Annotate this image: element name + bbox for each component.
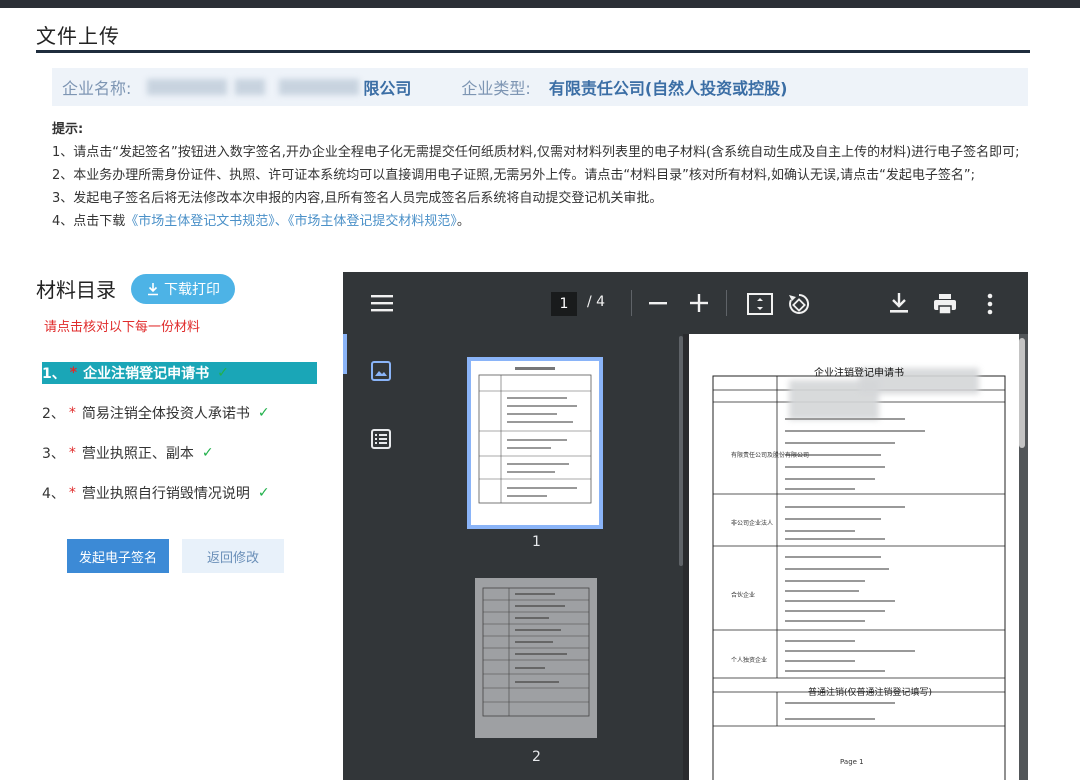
page-thumbnail-1[interactable] bbox=[467, 357, 603, 529]
pdf-viewer: 1 / 4 1 2 bbox=[343, 272, 1028, 784]
tip-line4-prefix: 4、点击下载 bbox=[52, 214, 126, 229]
redacted-company-name bbox=[147, 79, 228, 95]
back-to-edit-button[interactable]: 返回修改 bbox=[182, 539, 284, 573]
row-label: 个人独资企业 bbox=[731, 657, 768, 664]
tip-line: 3、发起电子签名后将无法修改本次申报的内容,且所有签名人员完成签名后系统将自动提… bbox=[52, 191, 663, 206]
section-title: 普通注销(仅普通注销登记填写) bbox=[808, 688, 933, 698]
company-name-label: 企业名称: bbox=[62, 79, 132, 98]
title-divider bbox=[36, 50, 1030, 53]
tips-section: 提示: 1、请点击“发起签名”按钮进入数字签名,开办企业全程电子化无需提交任何纸… bbox=[52, 118, 1022, 233]
thumbnail-label-1: 1 bbox=[532, 534, 541, 550]
row-label: 有限责任公司及股份有限公司 bbox=[731, 452, 810, 459]
material-label: 营业执照正、副本 bbox=[81, 446, 194, 462]
check-icon: ✓ bbox=[257, 485, 270, 501]
download-icon bbox=[148, 283, 158, 296]
tip-line: 1、请点击“发起签名”按钮进入数字签名,开办企业全程电子化无需提交任何纸质材料,… bbox=[52, 145, 1020, 160]
menu-icon[interactable] bbox=[371, 294, 395, 312]
document-scrollbar[interactable] bbox=[1019, 338, 1025, 448]
download-icon[interactable] bbox=[889, 292, 909, 314]
more-options-icon[interactable] bbox=[987, 293, 993, 315]
page-thumbnail-2[interactable] bbox=[475, 578, 597, 738]
material-number: 3、 bbox=[42, 446, 65, 462]
material-item-1[interactable]: 1、 * 企业注销登记申请书 ✓ bbox=[42, 362, 317, 384]
company-info-bar: 企业名称: 限公司 企业类型: 有限责任公司(自然人投资或控股) bbox=[52, 68, 1028, 106]
zoom-in-icon[interactable] bbox=[690, 294, 708, 312]
required-star: * bbox=[69, 365, 78, 381]
company-name-value: 限公司 bbox=[363, 79, 412, 98]
page-title: 文件上传 bbox=[36, 24, 120, 48]
materials-title: 材料目录 bbox=[36, 278, 116, 302]
toolbar-divider bbox=[631, 290, 632, 316]
thumbnail-scrollbar[interactable] bbox=[679, 336, 683, 566]
toolbar-divider bbox=[726, 290, 727, 316]
document-form-table bbox=[712, 368, 1006, 784]
tips-title: 提示: bbox=[52, 122, 84, 137]
redacted-company-name bbox=[279, 79, 360, 95]
material-label: 企业注销登记申请书 bbox=[83, 366, 210, 382]
document-page bbox=[689, 334, 1019, 784]
sidebar-active-indicator bbox=[343, 334, 347, 374]
material-label: 简易注销全体投资人承诺书 bbox=[81, 406, 250, 422]
material-spec-link[interactable]: 《市场主体登记提交材料规范》 bbox=[288, 214, 457, 229]
doc-spec-link[interactable]: 《市场主体登记文书规范》 bbox=[125, 214, 275, 229]
materials-hint: 请点击核对以下每一份材料 bbox=[44, 320, 201, 335]
tip-line: 4、点击下载《市场主体登记文书规范》、《市场主体登记提交材料规范》。 bbox=[52, 210, 1022, 233]
rotate-icon[interactable] bbox=[787, 292, 811, 316]
required-star: * bbox=[68, 445, 76, 461]
material-item-4[interactable]: 4、 * 营业执照自行销毁情况说明 ✓ bbox=[42, 482, 270, 504]
row-label: 合伙企业 bbox=[731, 592, 756, 599]
material-label: 营业执照自行销毁情况说明 bbox=[81, 486, 250, 502]
material-number: 2、 bbox=[42, 406, 65, 422]
document-page-footer: Page 1 bbox=[840, 758, 864, 766]
start-e-signature-button[interactable]: 发起电子签名 bbox=[67, 539, 169, 573]
download-print-label: 下载打印 bbox=[164, 282, 220, 298]
company-type-value: 有限责任公司(自然人投资或控股) bbox=[548, 79, 788, 98]
browser-top-strip bbox=[0, 0, 1080, 8]
thumbnail-label-2: 2 bbox=[532, 749, 541, 765]
row-label: 非公司企业法人 bbox=[731, 520, 774, 527]
required-star: * bbox=[68, 405, 76, 421]
material-item-2[interactable]: 2、 * 简易注销全体投资人承诺书 ✓ bbox=[42, 402, 270, 424]
thumbnail-page-content bbox=[482, 587, 590, 717]
check-icon: ✓ bbox=[217, 365, 229, 381]
outline-icon[interactable] bbox=[371, 429, 391, 449]
thumbnail-page-content bbox=[478, 367, 592, 504]
page-number-input[interactable]: 1 bbox=[551, 292, 577, 316]
company-type-label: 企业类型: bbox=[461, 79, 531, 98]
download-print-button[interactable]: 下载打印 bbox=[131, 274, 235, 304]
material-item-3[interactable]: 3、 * 营业执照正、副本 ✓ bbox=[42, 442, 214, 464]
print-icon[interactable] bbox=[933, 293, 957, 315]
required-star: * bbox=[68, 485, 76, 501]
pdf-toolbar: 1 / 4 bbox=[343, 272, 1028, 334]
page-total: / 4 bbox=[587, 294, 606, 310]
pdf-sidebar bbox=[343, 334, 421, 780]
thumbnails-icon[interactable] bbox=[371, 361, 391, 381]
document-title: 企业注销登记申请书 bbox=[814, 368, 904, 379]
check-icon: ✓ bbox=[201, 445, 214, 461]
tip-line: 2、本业务办理所需身份证件、执照、许可证本系统均可以直接调用电子证照,无需另外上… bbox=[52, 168, 975, 183]
fit-page-icon[interactable] bbox=[747, 293, 773, 315]
zoom-out-icon[interactable] bbox=[649, 302, 667, 305]
check-icon: ✓ bbox=[257, 405, 270, 421]
redacted-company-name bbox=[235, 79, 266, 95]
material-number: 1、 bbox=[42, 366, 66, 382]
link-separator: 、 bbox=[274, 214, 288, 229]
material-number: 4、 bbox=[42, 486, 65, 502]
tip-line4-suffix: 。 bbox=[456, 214, 470, 229]
